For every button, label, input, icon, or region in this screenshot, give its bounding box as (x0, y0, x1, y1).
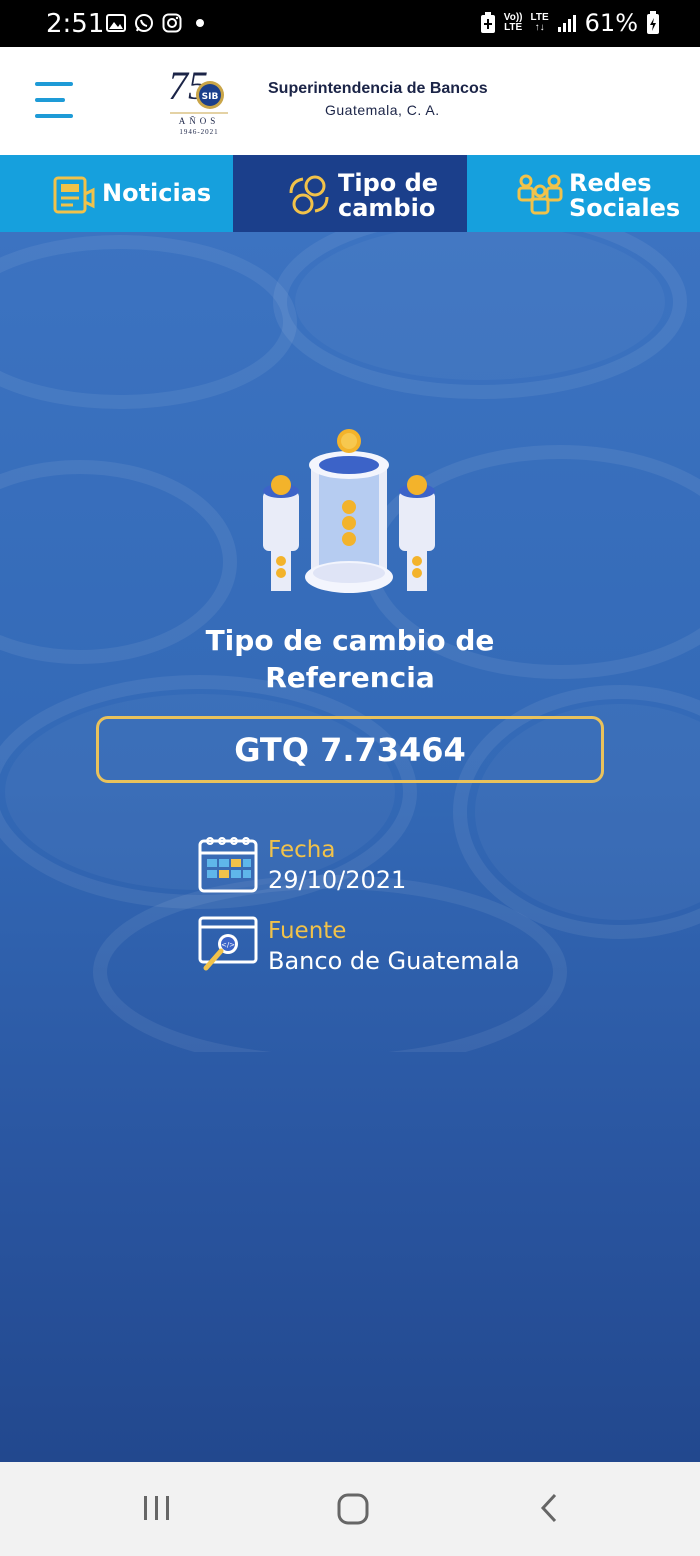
back-icon[interactable] (537, 1492, 561, 1524)
tab-tipo-de-cambio[interactable]: Tipo de cambio (233, 155, 467, 232)
org-location: Guatemala, C. A. (325, 102, 440, 118)
date-value: 29/10/2021 (268, 866, 407, 894)
tab-noticias[interactable]: Noticias (0, 155, 233, 232)
tab-noticias-label: Noticias (102, 179, 212, 207)
sib-75-logo: 75 SIB AÑOS 1946-2021 (168, 63, 228, 136)
menu-icon[interactable] (35, 82, 73, 118)
notification-icons (106, 13, 210, 33)
instagram-icon (162, 13, 182, 33)
gallery-icon (106, 14, 126, 32)
system-nav-bar (0, 1462, 700, 1556)
status-bar: 2:51 Vo)) LTE LTE ↑↓ 61% (0, 0, 700, 47)
lte-indicator: LTE ↑↓ (531, 13, 549, 33)
battery-saver-icon (480, 12, 495, 33)
dot-icon (196, 19, 204, 27)
tab-redes-label-line2: Sociales (569, 194, 681, 222)
source-label: Fuente (268, 918, 347, 944)
whatsapp-icon (135, 14, 153, 32)
svg-text:1946-2021: 1946-2021 (179, 128, 218, 136)
status-time: 2:51 (46, 9, 105, 39)
people-icon (517, 174, 563, 215)
exchange-rate-panel: Tipo de cambio de Referencia GTQ 7.73464… (0, 232, 700, 1462)
date-info: Fecha 29/10/2021 (198, 835, 406, 895)
volte-bottom: LTE (504, 22, 523, 33)
signal-icon (557, 15, 576, 32)
source-info: </> Fuente Banco de Guatemala (198, 916, 520, 976)
system-status: Vo)) LTE LTE ↑↓ 61% (480, 9, 660, 37)
tab-tipo-label-line1: Tipo de (338, 169, 439, 197)
svg-text:SIB: SIB (202, 92, 219, 102)
battery-percent: 61% (584, 9, 638, 37)
page-title: Tipo de cambio de Referencia (0, 622, 700, 696)
coin-machine-illustration (263, 429, 435, 593)
org-name: Superintendencia de Bancos (268, 80, 488, 97)
volte-indicator: Vo)) LTE (504, 13, 523, 33)
tab-redes-sociales[interactable]: Redes Sociales (467, 155, 700, 232)
calendar-icon (198, 837, 258, 893)
tab-tipo-label: Tipo de cambio (338, 171, 438, 221)
tab-redes-label: Redes Sociales (569, 171, 680, 221)
battery-icon (647, 11, 659, 34)
lte-arrows: ↑↓ (534, 22, 545, 33)
app-header: 75 SIB AÑOS 1946-2021 Superintendencia d… (0, 47, 700, 155)
source-value: Banco de Guatemala (268, 947, 520, 975)
svg-text:</>: </> (221, 941, 235, 949)
web-search-icon: </> (198, 916, 258, 971)
page-title-line1: Tipo de cambio de (205, 624, 495, 657)
page-title-line2: Referencia (265, 661, 435, 694)
newspaper-icon (53, 176, 95, 214)
exchange-rate-value: GTQ 7.73464 (96, 716, 604, 783)
recent-apps-icon[interactable] (141, 1492, 173, 1524)
date-label: Fecha (268, 837, 336, 863)
exchange-icon (289, 175, 329, 215)
tab-redes-label-line1: Redes (569, 169, 652, 197)
tab-bar: Noticias Tipo de cambio Redes Sociales (0, 155, 700, 232)
tab-tipo-label-line2: cambio (338, 194, 436, 222)
svg-text:AÑOS: AÑOS (179, 116, 220, 126)
home-icon[interactable] (336, 1492, 370, 1526)
